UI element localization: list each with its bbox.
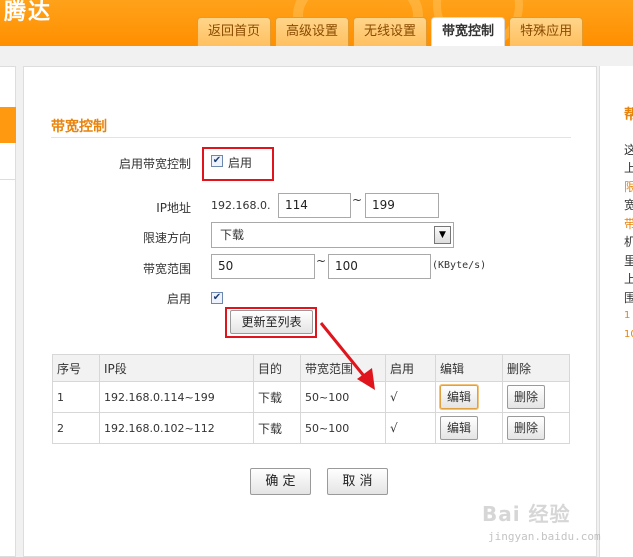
help-text: 围	[624, 289, 633, 308]
help-text: 宽	[624, 196, 633, 215]
ok-button[interactable]: 确 定	[250, 468, 311, 495]
cell-ip: 192.168.0.114~199	[99, 381, 254, 413]
col-header-bandwidth: 带宽范围	[300, 354, 386, 382]
enable-rule-label: 启用	[166, 292, 191, 306]
direction-label: 限速方向	[142, 231, 191, 245]
help-text: 带	[624, 215, 633, 234]
tab-bandwidth[interactable]: 带宽控制	[431, 17, 506, 46]
enable-bandwidth-label: 启用带宽控制	[118, 157, 191, 171]
nav-tabs: 返回首页 高级设置 无线设置 带宽控制 特殊应用	[197, 17, 584, 46]
table-row: 2 192.168.0.102~112 下载 50~100 √ 编辑 删除	[52, 412, 570, 444]
help-title: 帮	[624, 106, 633, 125]
help-text: 1	[624, 310, 631, 321]
chevron-down-icon[interactable]: ▼	[434, 226, 451, 244]
tab-home[interactable]: 返回首页	[197, 17, 272, 46]
range-separator: ~	[316, 254, 327, 268]
enable-bandwidth-checkbox[interactable]: ✔	[211, 155, 223, 167]
divider	[0, 179, 16, 180]
brand-logo: 腾达	[4, 0, 53, 25]
col-header-ip: IP段	[99, 354, 254, 382]
cell-delete: 删除	[502, 412, 570, 444]
tab-advanced[interactable]: 高级设置	[275, 17, 350, 46]
main-panel: 带宽控制 启用带宽控制 ✔ 启用 IP地址 192.168.0. 114 ~ 1…	[23, 66, 597, 557]
header-bar: 腾达 返回首页 高级设置 无线设置 带宽控制 特殊应用	[0, 0, 633, 46]
tab-wireless[interactable]: 无线设置	[353, 17, 428, 46]
bandwidth-rules-table: 序号 IP段 目的 带宽范围 启用 编辑 删除 1 192.168.0.114~…	[52, 354, 570, 444]
range-separator: ~	[352, 193, 363, 207]
col-header-delete: 删除	[502, 354, 570, 382]
ip-start-input[interactable]: 114	[278, 193, 351, 218]
col-header-dest: 目的	[253, 354, 301, 382]
help-text: 这	[624, 141, 633, 160]
section-title: 带宽控制	[51, 119, 107, 135]
delete-button[interactable]: 删除	[507, 385, 545, 409]
cell-ip: 192.168.0.102~112	[99, 412, 254, 444]
watermark-logo: Bai 经验	[482, 502, 571, 526]
update-to-list-button[interactable]: 更新至列表	[230, 310, 313, 334]
cell-bandwidth: 50~100	[300, 381, 386, 413]
side-menu	[0, 66, 16, 557]
cell-no: 1	[52, 381, 100, 413]
ip-address-label: IP地址	[156, 201, 191, 215]
col-header-no: 序号	[52, 354, 100, 382]
table-header-row: 序号 IP段 目的 带宽范围 启用 编辑 删除	[52, 354, 570, 382]
divider	[51, 137, 571, 138]
help-text: 里	[624, 252, 633, 271]
col-header-edit: 编辑	[435, 354, 503, 382]
help-panel: 帮 这 上 限 宽 带 机 里 上 围 1 10	[599, 66, 633, 557]
cell-bandwidth: 50~100	[300, 412, 386, 444]
direction-select[interactable]: 下载 ▼	[211, 222, 454, 248]
table-row: 1 192.168.0.114~199 下载 50~100 √ 编辑 删除	[52, 381, 570, 413]
edit-button[interactable]: 编辑	[440, 385, 478, 409]
cell-edit: 编辑	[435, 381, 503, 413]
help-text: 限	[624, 178, 633, 197]
cell-no: 2	[52, 412, 100, 444]
enable-checkbox-label: 启用	[228, 156, 253, 170]
cell-dest: 下载	[253, 381, 301, 413]
side-menu-active-item[interactable]	[0, 107, 16, 143]
col-header-enabled: 启用	[385, 354, 436, 382]
cell-dest: 下载	[253, 412, 301, 444]
bandwidth-min-input[interactable]: 50	[211, 254, 315, 279]
cell-enabled: √	[385, 381, 436, 413]
edit-button[interactable]: 编辑	[440, 416, 478, 440]
cell-delete: 删除	[502, 381, 570, 413]
cancel-button[interactable]: 取 消	[327, 468, 388, 495]
direction-value: 下载	[220, 228, 245, 242]
help-text: 上	[624, 270, 633, 289]
bandwidth-unit: (KByte/s)	[432, 260, 487, 271]
help-text: 机	[624, 233, 633, 252]
cell-edit: 编辑	[435, 412, 503, 444]
help-text: 上	[624, 159, 633, 178]
ip-end-input[interactable]: 199	[365, 193, 439, 218]
tab-special[interactable]: 特殊应用	[509, 17, 584, 46]
ip-prefix: 192.168.0.	[211, 199, 271, 212]
enable-rule-checkbox[interactable]: ✔	[211, 292, 223, 304]
bandwidth-max-input[interactable]: 100	[328, 254, 431, 279]
cell-enabled: √	[385, 412, 436, 444]
help-text: 10	[624, 328, 633, 340]
bandwidth-range-label: 带宽范围	[142, 262, 191, 276]
delete-button[interactable]: 删除	[507, 416, 545, 440]
watermark-url: jingyan.baidu.com	[488, 530, 601, 543]
